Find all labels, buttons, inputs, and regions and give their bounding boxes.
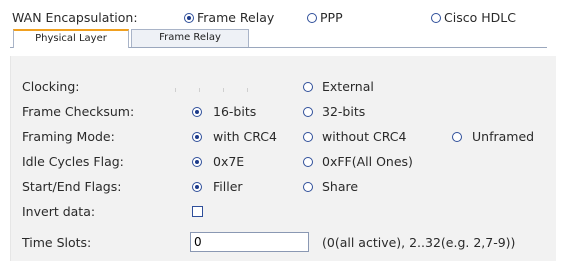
idle-0xff-label[interactable]: 0xFF(All Ones) (322, 154, 413, 169)
checksum-32-label[interactable]: 32-bits (322, 104, 365, 119)
idle-cycles-label: Idle Cycles Flag: (22, 154, 124, 169)
ppp-label[interactable]: PPP (320, 10, 343, 25)
tab-bar: Physical Layer Frame Relay (10, 29, 547, 48)
time-slots-hint: (0(all active), 2..32(e.g. 2,7-9)) (322, 235, 516, 250)
idle-0xff-radio[interactable] (303, 157, 313, 167)
invert-data-checkbox[interactable] (192, 206, 203, 217)
unframed-label[interactable]: Unframed (472, 129, 534, 144)
filler-label[interactable]: Filler (213, 179, 243, 194)
wan-encapsulation-label: WAN Encapsulation: (12, 10, 138, 25)
checksum-16-radio[interactable] (192, 107, 202, 117)
frame-checksum-label: Frame Checksum: (22, 104, 135, 119)
with-crc4-radio[interactable] (192, 132, 202, 142)
filler-radio[interactable] (192, 182, 202, 192)
checksum-16-label[interactable]: 16-bits (213, 104, 256, 119)
external-clock-label[interactable]: External (322, 79, 374, 94)
frame-relay-radio[interactable] (184, 13, 194, 23)
clocking-slider-track[interactable] (175, 88, 270, 92)
time-slots-input[interactable] (190, 232, 309, 252)
with-crc4-label[interactable]: with CRC4 (213, 129, 277, 144)
idle-0x7e-label[interactable]: 0x7E (213, 154, 244, 169)
frame-relay-label[interactable]: Frame Relay (197, 10, 274, 25)
time-slots-label: Time Slots: (22, 235, 92, 250)
tab-frame-relay[interactable]: Frame Relay (131, 29, 249, 47)
share-label[interactable]: Share (322, 179, 358, 194)
cisco-hdlc-radio[interactable] (431, 13, 441, 23)
ppp-radio[interactable] (307, 13, 317, 23)
without-crc4-label[interactable]: without CRC4 (322, 129, 406, 144)
share-radio[interactable] (303, 182, 313, 192)
framing-mode-label: Framing Mode: (22, 129, 115, 144)
checksum-32-radio[interactable] (303, 107, 313, 117)
cisco-hdlc-label[interactable]: Cisco HDLC (444, 10, 516, 25)
tab-physical-layer[interactable]: Physical Layer (13, 29, 129, 48)
start-end-flags-label: Start/End Flags: (22, 179, 122, 194)
unframed-radio[interactable] (452, 132, 462, 142)
external-clock-radio[interactable] (303, 82, 313, 92)
invert-data-label: Invert data: (22, 204, 96, 219)
clocking-label: Clocking: (22, 79, 80, 94)
without-crc4-radio[interactable] (303, 132, 313, 142)
idle-0x7e-radio[interactable] (192, 157, 202, 167)
